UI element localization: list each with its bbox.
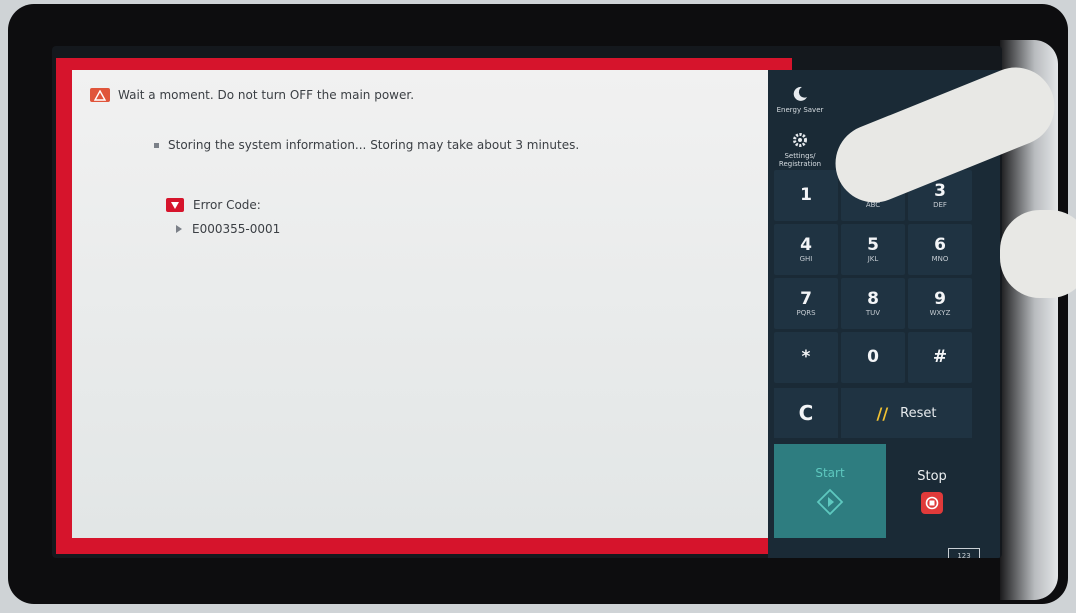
key-letters: WXYZ xyxy=(929,309,951,317)
key-letters: TUV xyxy=(865,309,881,317)
key-4[interactable]: 4 GHI xyxy=(774,224,838,275)
settings-registration-button[interactable]: Settings/ Registration xyxy=(770,124,830,174)
reset-button[interactable]: // Reset xyxy=(841,388,972,438)
bullet-icon xyxy=(154,142,159,148)
key-letters: JKL xyxy=(867,255,879,263)
key-letters: GHI xyxy=(799,255,813,263)
reset-label: Reset xyxy=(900,405,937,421)
gear-icon xyxy=(793,132,807,147)
warning-row: Wait a moment. Do not turn OFF the main … xyxy=(90,88,414,102)
error-dialog-frame: Wait a moment. Do not turn OFF the main … xyxy=(56,58,792,554)
key-number: 3 xyxy=(934,181,946,201)
key-7[interactable]: 7 PQRS xyxy=(774,278,838,329)
key-letters: MNO xyxy=(931,255,949,263)
key-0[interactable]: 0 xyxy=(841,332,905,383)
key-number: 6 xyxy=(934,235,946,255)
key-6[interactable]: 6 MNO xyxy=(908,224,972,275)
warning-message: Wait a moment. Do not turn OFF the main … xyxy=(118,88,415,102)
numeric-keypad-badge[interactable]: 123 xyxy=(948,548,980,558)
key-asterisk[interactable]: * xyxy=(774,332,838,383)
touch-screen: Wait a moment. Do not turn OFF the main … xyxy=(52,46,1002,558)
arrow-right-icon xyxy=(176,225,182,233)
glove-hand xyxy=(1000,210,1076,298)
key-5[interactable]: 5 JKL xyxy=(841,224,905,275)
key-number: 9 xyxy=(934,289,946,309)
clear-reset-row: C // Reset xyxy=(774,388,972,438)
key-letters: DEF xyxy=(933,201,947,209)
settings-registration-label: Settings/ Registration xyxy=(778,151,822,168)
energy-saver-button[interactable]: Energy Saver xyxy=(770,74,830,124)
key-number: 0 xyxy=(867,347,879,367)
key-number: 8 xyxy=(867,289,879,309)
clear-button[interactable]: C xyxy=(774,388,838,438)
error-code-label: Error Code: xyxy=(193,198,261,212)
key-number: 5 xyxy=(867,235,879,255)
stop-icon xyxy=(921,491,943,514)
error-code-icon xyxy=(166,198,184,212)
key-number: 1 xyxy=(800,185,812,205)
key-letters: PQRS xyxy=(796,309,816,317)
key-8[interactable]: 8 TUV xyxy=(841,278,905,329)
error-code-value: E000355-0001 xyxy=(192,222,281,236)
start-button[interactable]: Start xyxy=(774,444,886,538)
key-hash[interactable]: # xyxy=(908,332,972,383)
error-code-row: Error Code: xyxy=(166,198,261,212)
start-label: Start xyxy=(815,466,845,480)
key-1[interactable]: 1 xyxy=(774,170,838,221)
stop-label: Stop xyxy=(917,468,947,484)
start-diamond-icon xyxy=(816,488,844,516)
key-9[interactable]: 9 WXYZ xyxy=(908,278,972,329)
reset-icon: // xyxy=(876,403,889,423)
moon-icon xyxy=(793,86,807,101)
storing-message: Storing the system information... Storin… xyxy=(168,138,580,152)
error-code-value-row: E000355-0001 xyxy=(176,222,280,236)
key-number: * xyxy=(801,347,811,367)
stop-button[interactable]: Stop xyxy=(892,444,972,538)
energy-saver-label: Energy Saver xyxy=(776,105,824,114)
key-number: # xyxy=(932,347,948,367)
key-number: 4 xyxy=(800,235,812,255)
storing-row: Storing the system information... Storin… xyxy=(154,138,579,152)
warning-icon xyxy=(90,88,110,102)
error-dialog: Wait a moment. Do not turn OFF the main … xyxy=(72,70,778,538)
key-number: 7 xyxy=(800,289,812,309)
